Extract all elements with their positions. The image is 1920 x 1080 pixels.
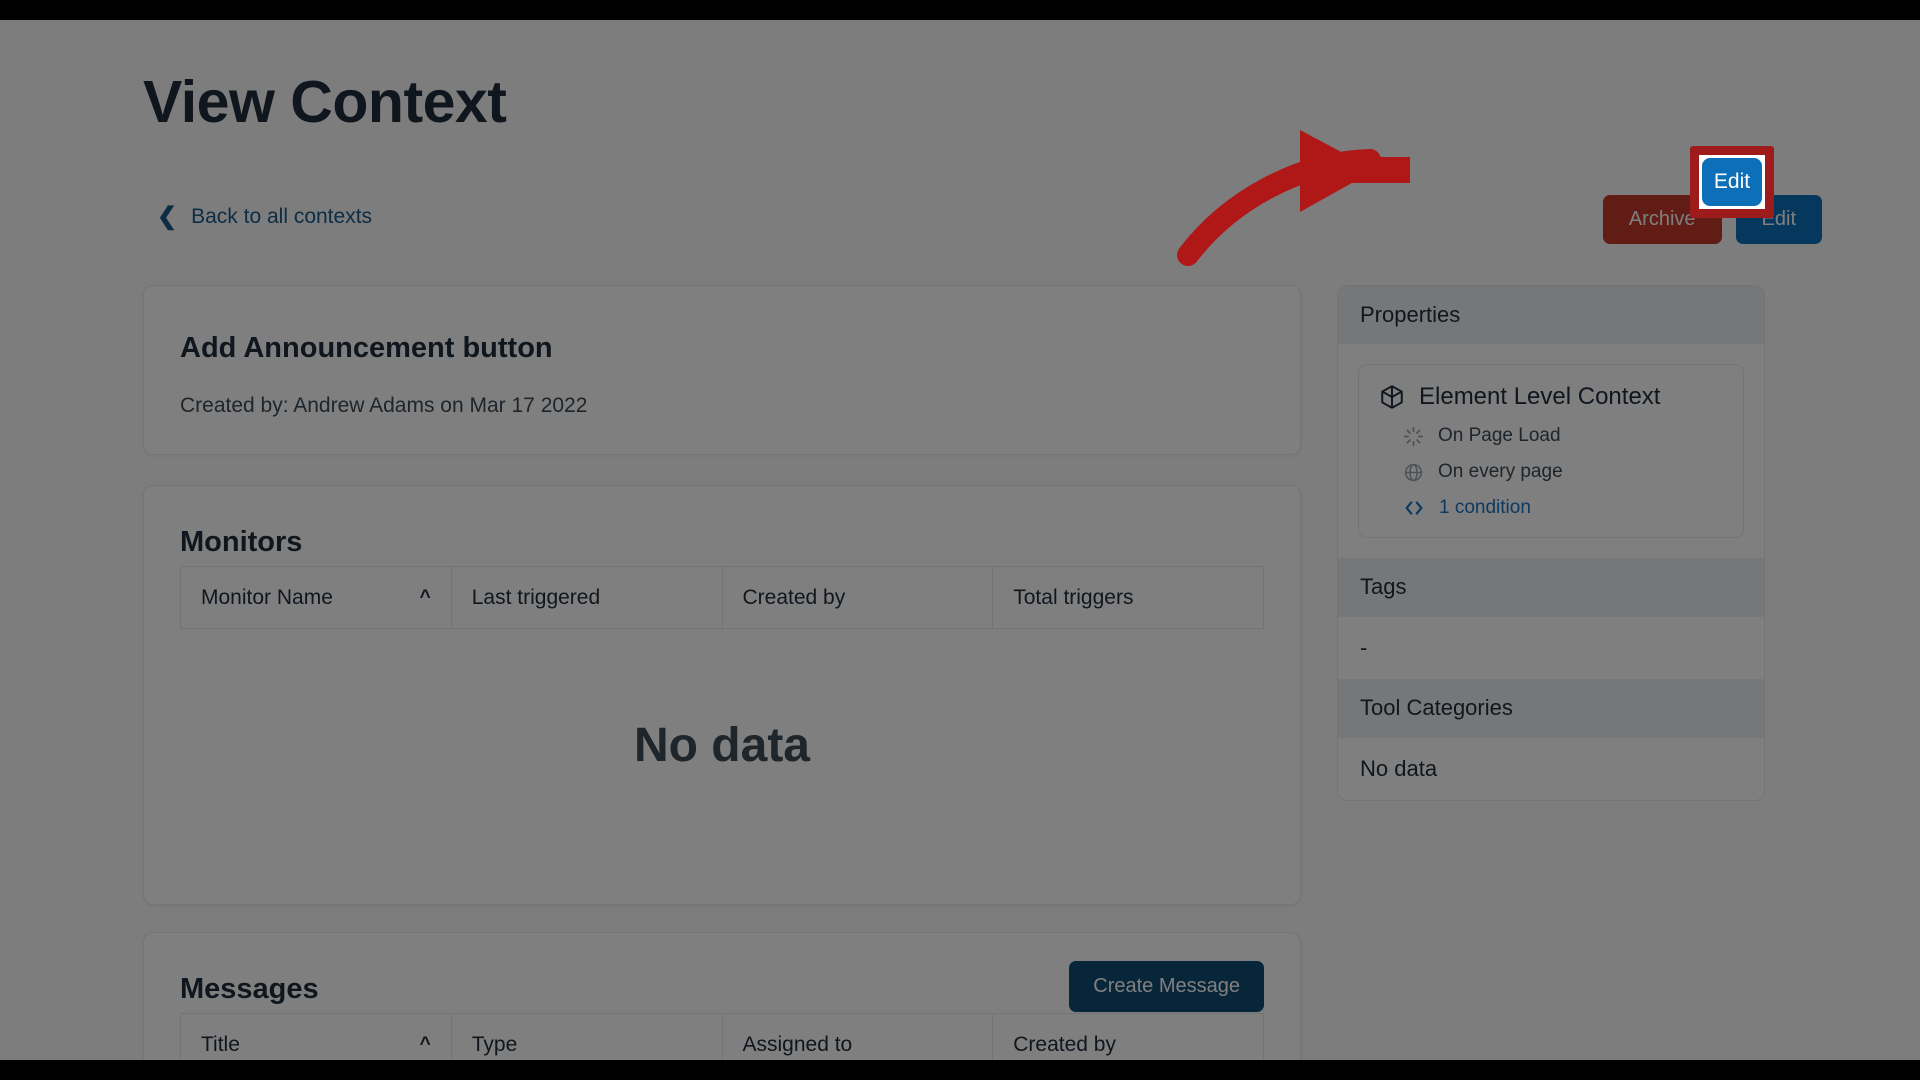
context-type-label: Element Level Context [1419,383,1661,410]
trigger-label: On Page Load [1438,425,1561,446]
column-header-last-triggered[interactable]: Last triggered [450,566,723,629]
monitors-table-header-row: Monitor Name ^ Last triggered Created by… [180,566,1264,629]
monitors-table: Monitor Name ^ Last triggered Created by… [180,566,1264,629]
column-header-monitor-name[interactable]: Monitor Name ^ [180,566,452,629]
page-title: View Context [143,69,507,135]
conditions-row[interactable]: 1 condition [1379,497,1723,519]
context-name: Add Announcement button [180,332,553,364]
page-actions: Archive Edit [1602,195,1822,244]
column-header-created-by[interactable]: Created by [721,566,994,629]
column-header-total-triggers[interactable]: Total triggers [992,566,1264,629]
tags-value: - [1338,616,1764,679]
tool-categories-value: No data [1338,737,1764,800]
column-header-title[interactable]: Title ^ [180,1013,452,1060]
messages-table-header-row: Title ^ Type Assigned to Created by [180,1013,1264,1060]
back-link-label: Back to all contexts [191,205,373,228]
create-message-button[interactable]: Create Message [1069,961,1264,1012]
conditions-link[interactable]: 1 condition [1439,497,1531,519]
scope-row: On every page [1379,461,1723,483]
monitors-section-title: Monitors [180,526,303,558]
column-label: Title [201,1032,240,1056]
chevron-left-icon: ❮ [157,203,178,230]
screenshot-viewport: View Context ❮ Back to all contexts Arch… [0,20,1920,1060]
properties-panel: Properties Element Level Context On Page… [1337,285,1765,801]
monitors-card: Monitors Monitor Name ^ Last triggered C… [143,485,1301,905]
context-properties-box: Element Level Context On Page Load On ev… [1358,364,1744,538]
code-brackets-icon [1403,497,1425,519]
trigger-row: On Page Load [1379,425,1723,447]
context-type-row: Element Level Context [1379,383,1723,411]
column-header-type[interactable]: Type [450,1013,723,1060]
scope-label: On every page [1438,461,1563,482]
archive-button[interactable]: Archive [1602,195,1722,244]
context-info-card: Add Announcement button Created by: Andr… [143,285,1301,455]
edit-button[interactable]: Edit [1735,195,1822,244]
tags-header: Tags [1338,558,1764,616]
context-created-by: Created by: Andrew Adams on Mar 17 2022 [180,394,588,417]
spinner-icon [1403,426,1424,447]
column-header-assigned-to[interactable]: Assigned to [721,1013,994,1060]
messages-table: Title ^ Type Assigned to Created by [180,1013,1264,1060]
globe-icon [1403,462,1424,483]
tool-categories-header: Tool Categories [1338,679,1764,737]
back-to-all-contexts-link[interactable]: ❮ Back to all contexts [157,205,372,229]
chevron-up-icon[interactable]: ^ [420,587,431,609]
cube-icon [1379,384,1405,410]
view-context-page: View Context ❮ Back to all contexts Arch… [0,20,1920,1060]
properties-header: Properties [1338,286,1764,344]
messages-card: Messages Create Message Title ^ Type Ass… [143,932,1301,1060]
messages-section-title: Messages [180,973,319,1005]
column-label: Monitor Name [201,585,333,609]
properties-body: Element Level Context On Page Load On ev… [1338,344,1764,558]
column-header-created-by[interactable]: Created by [992,1013,1264,1060]
chevron-up-icon[interactable]: ^ [420,1034,431,1056]
monitors-empty-state: No data [633,719,810,772]
